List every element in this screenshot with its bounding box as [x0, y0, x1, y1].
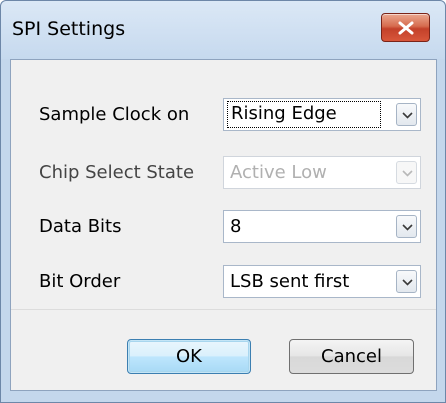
- sample-clock-value: Rising Edge: [227, 101, 381, 128]
- chip-select-value: Active Low: [230, 162, 327, 183]
- data-bits-dropdown-button[interactable]: [396, 215, 417, 238]
- chevron-down-icon: [402, 112, 413, 119]
- dialog-body: Sample Clock on Rising Edge Chip Select …: [10, 59, 437, 391]
- close-icon: [398, 21, 414, 35]
- bit-order-dropdown[interactable]: LSB sent first: [223, 265, 421, 298]
- button-area-divider: [11, 309, 436, 310]
- bit-order-value: LSB sent first: [230, 271, 350, 292]
- chip-select-dropdown-button: [396, 161, 417, 184]
- bit-order-dropdown-button[interactable]: [396, 270, 417, 293]
- chevron-down-icon: [402, 170, 413, 177]
- sample-clock-label: Sample Clock on: [39, 104, 190, 125]
- bit-order-label: Bit Order: [39, 271, 121, 292]
- window-title: SPI Settings: [12, 18, 126, 40]
- ok-button[interactable]: OK: [127, 339, 251, 374]
- data-bits-value: 8: [230, 216, 242, 237]
- data-bits-dropdown[interactable]: 8: [223, 210, 421, 243]
- data-bits-label: Data Bits: [39, 216, 122, 237]
- chevron-down-icon: [402, 279, 413, 286]
- close-button[interactable]: [381, 13, 430, 42]
- title-bar[interactable]: SPI Settings: [1, 1, 445, 59]
- dialog-window: SPI Settings Sample Clock on Rising Edge…: [0, 0, 446, 403]
- chevron-down-icon: [402, 224, 413, 231]
- chip-select-dropdown: Active Low: [223, 156, 421, 189]
- cancel-button[interactable]: Cancel: [289, 339, 414, 374]
- sample-clock-dropdown-button[interactable]: [396, 103, 417, 126]
- sample-clock-dropdown[interactable]: Rising Edge: [223, 98, 421, 131]
- chip-select-label: Chip Select State: [39, 162, 195, 183]
